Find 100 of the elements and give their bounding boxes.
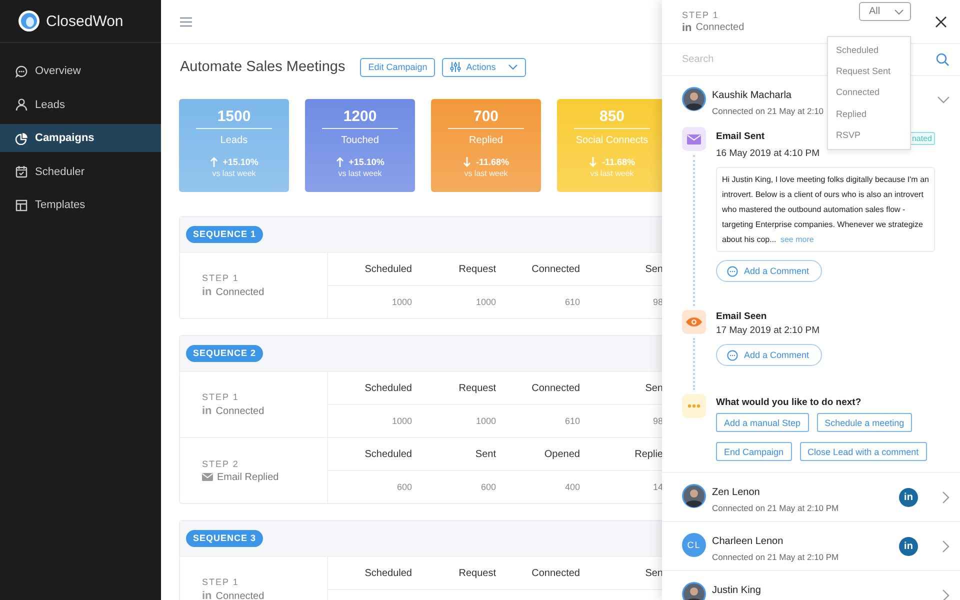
menu-item[interactable]: RSVP: [828, 124, 910, 146]
stat-label: Social Connects: [574, 134, 650, 148]
avatar: [682, 87, 706, 111]
eye-icon: [682, 310, 706, 334]
pie-chart-icon: [15, 132, 28, 144]
stat-note: vs last week: [589, 169, 635, 178]
avatar: [682, 582, 706, 600]
stat-value: 700: [472, 108, 500, 125]
column-header: Connected: [530, 382, 580, 396]
stat-change: -11.68%: [602, 157, 636, 167]
envelope-icon: [202, 473, 213, 481]
column-header: Scheduled: [364, 262, 412, 276]
stat-value: 1200: [342, 108, 378, 125]
comment-button[interactable]: Add a Comment: [716, 260, 822, 282]
step-status: Connected: [696, 22, 744, 33]
column-header: Sen: [644, 382, 662, 396]
stat-note: vs last week: [463, 169, 509, 178]
network-mark: in: [202, 590, 212, 600]
sidebar-item[interactable]: Campaigns: [0, 124, 161, 152]
menu-item[interactable]: Replied: [828, 104, 910, 125]
sequence-badge: SEQUENCE 3: [186, 530, 264, 547]
lead-name: Zen Lenon: [712, 487, 760, 498]
chat-icon: [15, 64, 28, 78]
network-badge: in: [899, 488, 918, 506]
network-mark: in: [202, 286, 212, 298]
lead-name: Charleen Lenon: [712, 536, 784, 547]
column-header: Scheduled: [364, 566, 412, 580]
event-time: 17 May 2019 at 2:10 PM: [716, 325, 821, 336]
actions-button[interactable]: Actions: [442, 58, 526, 76]
stat-value: 1500: [216, 108, 252, 125]
column-header: Connected: [530, 566, 580, 580]
network-mark: in: [682, 22, 692, 34]
column-header: Request: [458, 566, 496, 580]
network-mark: in: [202, 405, 212, 417]
stat-note: vs last week: [337, 169, 383, 178]
table-cell-text: 600: [480, 481, 496, 494]
step-label: STEP 1: [202, 392, 240, 402]
sidebar-item[interactable]: Templates: [0, 191, 161, 219]
column-header: Connected: [530, 262, 580, 276]
stat-note: vs last week: [211, 169, 257, 178]
sidebar-item[interactable]: Scheduler: [0, 158, 161, 186]
table-cell-text: 400: [564, 481, 580, 494]
step-label: STEP 1: [682, 10, 720, 20]
menu-item[interactable]: Connected: [828, 82, 910, 104]
event-title: Email Sent: [716, 131, 765, 142]
step-label: STEP 1: [202, 577, 240, 587]
action-button[interactable]: End Campaign: [716, 442, 792, 461]
column-header: Sent: [474, 448, 496, 462]
calendar-icon: [15, 165, 28, 178]
column-header: Scheduled: [364, 382, 412, 396]
lead-date: Connected on 21 May at 2:10 PM: [712, 552, 839, 562]
action-button[interactable]: Close Lead with a comment: [800, 442, 927, 461]
column-header: Scheduled: [364, 448, 412, 462]
step-status: Connected: [216, 590, 264, 600]
action-button[interactable]: Add a manual Step: [716, 413, 809, 432]
step-label: STEP 2: [202, 458, 240, 468]
network-badge: in: [899, 536, 918, 556]
step-status: Email Replied: [217, 472, 279, 482]
see-more-link[interactable]: see more: [780, 235, 814, 244]
table-cell-text: 1000: [390, 296, 412, 309]
avatar: CL: [682, 533, 706, 557]
column-header: Request: [458, 262, 496, 276]
table-cell-text: 610: [564, 296, 580, 309]
chevron-down-icon: [508, 64, 518, 70]
comment-button[interactable]: Add a Comment: [716, 344, 822, 366]
edit-button[interactable]: Edit Campaign: [360, 58, 436, 76]
page-title: Automate Sales Meetings: [180, 59, 346, 75]
stat-label: Leads: [219, 134, 249, 148]
logo-icon: [18, 10, 40, 32]
filter-select[interactable]: All: [859, 2, 911, 21]
sidebar-item[interactable]: Leads: [0, 90, 161, 118]
step-status: Connected: [216, 406, 264, 416]
lead-name: Kaushik Macharla: [712, 90, 792, 101]
app-name: ClosedWon: [46, 12, 124, 30]
person-icon: [15, 98, 28, 111]
message-text: Hi Justin King, I love meeting folks digitally because I'm an introvert. Below is a client of ours who is also an introvert who mastered the outbound automation sales flow - targeting Enterprise companies. Whenever we strategize about his cop... see more: [722, 174, 930, 246]
stat-change: +15.10%: [348, 157, 384, 167]
avatar: [682, 484, 706, 508]
event-title: What would you like to do next?: [716, 397, 862, 408]
stat-label: Replied: [468, 134, 504, 148]
table-cell-text: 600: [396, 481, 412, 494]
column-header: Opened: [543, 448, 580, 462]
close-icon: [935, 16, 947, 28]
step-status: Connected: [216, 286, 264, 298]
step-label: STEP 1: [202, 273, 240, 283]
menu-icon: [180, 16, 192, 26]
more-icon: [682, 394, 706, 418]
sequence-badge: SEQUENCE 2: [186, 345, 264, 362]
column-header: Request: [458, 382, 496, 396]
event-time: 16 May 2019 at 4:10 PM: [716, 148, 821, 159]
sidebar-item[interactable]: Overview: [0, 57, 161, 85]
table-cell-text: 1000: [474, 415, 496, 428]
stat-label: Touched: [340, 134, 380, 148]
action-button[interactable]: Schedule a meeting: [816, 413, 912, 432]
stat-change: -11.68%: [476, 157, 510, 167]
event-title: Email Seen: [716, 311, 767, 322]
table-cell-text: 610: [564, 415, 580, 428]
lead-name: Justin King: [712, 585, 761, 596]
chat-icon: [727, 266, 738, 276]
layout-icon: [15, 198, 28, 212]
